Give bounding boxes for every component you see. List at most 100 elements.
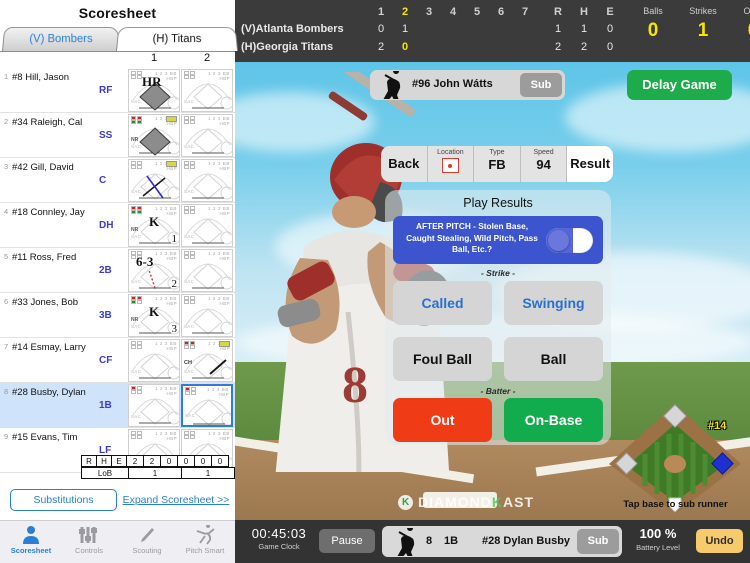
tab-scouting[interactable]: Scouting xyxy=(118,525,176,555)
runner-position: 1B xyxy=(444,535,459,547)
current-runner-bar[interactable]: 8 1B #28 Dylan Busby Sub xyxy=(382,526,622,557)
scoresheet-cell[interactable]: 1 2 3 BB HBP SAC NR K 1 xyxy=(128,204,180,247)
batting-order-row[interactable]: 2#34 Raleigh, CalSS1 2 3 BBHBPSACNR1 2 3… xyxy=(0,113,235,158)
batting-order-number: 7 xyxy=(4,342,9,351)
tap-base-message: Tap base to sub runner xyxy=(623,499,728,510)
hbp-label: HBP xyxy=(166,436,177,441)
tab-controls[interactable]: Controls xyxy=(60,525,118,555)
back-button[interactable]: Back xyxy=(381,146,428,182)
location-field[interactable]: Location xyxy=(428,146,475,182)
tab-label: Controls xyxy=(75,546,103,555)
tab-scoresheet[interactable]: Scoresheet xyxy=(2,525,60,555)
scoresheet-cell[interactable]: 1 2 3 BBHBPSAC xyxy=(181,384,233,427)
scoresheet-cell[interactable]: 1 2 3 BBHBPSAC xyxy=(181,294,233,337)
tab-pitch-smart[interactable]: Pitch Smart xyxy=(176,525,234,555)
called-strike-button[interactable]: Called xyxy=(393,281,492,325)
undo-button[interactable]: Undo xyxy=(696,529,743,553)
inning-header-2: 2 xyxy=(401,6,409,18)
strike-pips xyxy=(131,161,144,169)
expand-scoresheet-link[interactable]: Expand Scoresheet >> xyxy=(122,489,230,511)
player-position: C xyxy=(99,175,107,186)
out-button[interactable]: Out xyxy=(393,398,492,442)
after-pitch-label: AFTER PITCH - Stolen Base, Caught Steali… xyxy=(406,221,538,255)
pitch-detail-bar: Back Location Type FB Speed 94 Result xyxy=(381,146,613,182)
scoresheet-cell[interactable]: 1 2 3 BBHBPSAC xyxy=(181,69,233,112)
hbp-label: HBP xyxy=(219,301,230,306)
inning-total-value: 2 xyxy=(143,455,161,467)
swinging-strike-button[interactable]: Swinging xyxy=(504,281,603,325)
scoresheet-cell[interactable]: 1 2 3 BBHBPSAC xyxy=(181,249,233,292)
scoresheet-cell[interactable]: 1 2 3 BBHBPSACCH xyxy=(181,339,233,382)
runner-order: 8 xyxy=(426,535,433,547)
lob-value: 1 xyxy=(128,467,182,479)
nr-label: NR xyxy=(131,317,139,323)
result-tab[interactable]: Result xyxy=(567,146,613,182)
lob-value: 1 xyxy=(181,467,235,479)
play-notation: K xyxy=(149,304,160,319)
hbp-label: HBP xyxy=(219,211,230,216)
player-name: #18 Connley, Jay xyxy=(12,207,85,218)
scoresheet-cell[interactable]: 1 2 3 BB HBP SAC 6-3 2 xyxy=(128,249,180,292)
scoresheet-cell[interactable]: 1 2 3 BBHBPSAC xyxy=(128,339,180,382)
after-pitch-switch[interactable] xyxy=(546,228,593,253)
scoresheet-cell[interactable]: 1 2 3 BBHBPSACX xyxy=(128,159,180,202)
runner-sub-button[interactable]: Sub xyxy=(577,529,619,554)
batter-icon xyxy=(383,71,401,99)
hbp-label: HBP xyxy=(218,392,229,397)
inning-header-1: 1 xyxy=(377,6,385,18)
batting-order-row[interactable]: 7#14 Esmay, LarryCF1 2 3 BBHBPSAC1 2 3 B… xyxy=(0,338,235,383)
batting-order-number: 5 xyxy=(4,252,9,261)
strike-pips xyxy=(131,431,144,439)
batting-order-row[interactable]: 8 #28 Busby, Dylan 1B 1 2 3 BB HBP SAC 1 2 3 B… xyxy=(0,383,235,428)
nr-label: NR xyxy=(131,227,139,233)
team-total: 1 xyxy=(554,23,562,35)
batting-order-row[interactable]: 5 #11 Ross, Fred 2B 1 2 3 BB HBP SAC 6-3 2 1 2 3… xyxy=(0,248,235,293)
play-notation: 6-3 xyxy=(136,254,154,269)
sac-label: SAC xyxy=(184,369,195,374)
pitch-type-field[interactable]: Type FB xyxy=(474,146,521,182)
batter-sub-button[interactable]: Sub xyxy=(520,73,562,97)
scoresheet-cell[interactable]: 1 2 3 BBHBPSACNR xyxy=(128,114,180,157)
team-total: 0 xyxy=(606,41,614,53)
scoresheet-cell[interactable]: 1 2 3 BBHBPSAC xyxy=(181,204,233,247)
sac-label: SAC xyxy=(184,144,195,149)
batting-order-row[interactable]: 4 #18 Connley, Jay DH 1 2 3 BB HBP SAC NR K 1 1 2… xyxy=(0,203,235,248)
player-position: 2B xyxy=(99,265,112,276)
scoreboard: AB Total Pitches: 1 1234567RHE(V)Atlanta… xyxy=(235,0,750,62)
pitch-speed-field[interactable]: Speed 94 xyxy=(521,146,568,182)
batting-order-row[interactable]: 6 #33 Jones, Bob 3B 1 2 3 BB HBP SAC NR K 3 1 2 3… xyxy=(0,293,235,338)
play-results-title: Play Results xyxy=(463,196,533,210)
substitutions-button[interactable]: Substitutions xyxy=(10,489,117,511)
ball-button[interactable]: Ball xyxy=(504,337,603,381)
foul-ball-button[interactable]: Foul Ball xyxy=(393,337,492,381)
balls-value: 0 xyxy=(647,20,659,41)
location-icon xyxy=(441,158,459,173)
player-name: #33 Jones, Bob xyxy=(12,297,79,308)
strike-pips xyxy=(184,206,197,214)
sac-label: SAC xyxy=(131,369,142,374)
pause-button[interactable]: Pause xyxy=(319,529,375,553)
tab-home[interactable]: (H) Titans xyxy=(116,26,238,51)
scoresheet-cell[interactable]: 1 2 3 BB HBP SAC NR K 3 xyxy=(128,294,180,337)
scoresheet-cell[interactable]: 1 2 3 BBHBPSAC xyxy=(128,384,180,427)
clock-time: 00:45:03 xyxy=(251,526,307,541)
tab-visitor[interactable]: (V) Bombers xyxy=(2,26,120,51)
scoresheet-cell[interactable]: 1 2 3 BBHBPSAC xyxy=(181,114,233,157)
scoresheet-cell[interactable]: 1 2 3 BB HBP SAC HR xyxy=(128,69,180,112)
diamondkast-logo-icon: K xyxy=(398,494,413,510)
batting-order-row[interactable]: 3#42 Gill, DavidC1 2 3 BBHBPSACX1 2 3 BB… xyxy=(0,158,235,203)
strike-pips xyxy=(131,116,144,124)
sac-label: SAC xyxy=(184,324,195,329)
diamondkast-app: Scoresheet (V) Bombers (H) Titans 1 2 1 #… xyxy=(0,0,750,563)
delay-game-button[interactable]: Delay Game xyxy=(627,70,732,100)
on-base-button[interactable]: On-Base xyxy=(504,398,603,442)
lob-label: LoB xyxy=(81,467,129,479)
batting-order-row[interactable]: 1 #8 Hill, Jason RF 1 2 3 BB HBP SAC HR 1 2 3 B… xyxy=(0,68,235,113)
after-pitch-toggle-row[interactable]: AFTER PITCH - Stolen Base, Caught Steali… xyxy=(393,216,603,264)
pitcher-icon xyxy=(176,525,234,545)
team-total: 0 xyxy=(606,23,614,35)
scoresheet-cell[interactable]: 1 2 3 BBHBPSAC xyxy=(181,159,233,202)
current-batter-bar[interactable]: #96 John Wátts Sub xyxy=(370,70,565,100)
scoreboard-team-name: (H)Georgia Titans xyxy=(241,41,334,53)
team-total: 2 xyxy=(580,41,588,53)
